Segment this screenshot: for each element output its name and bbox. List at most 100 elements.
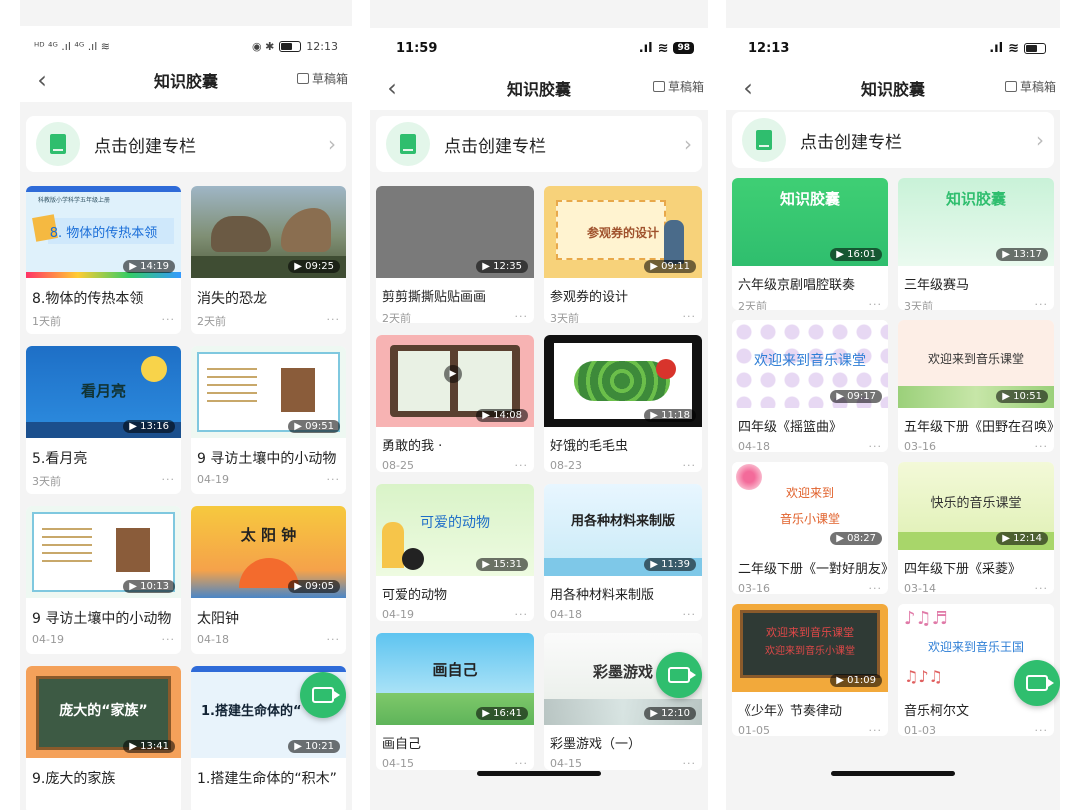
video-card[interactable]: 看月亮 ▶ 13:16 5.看月亮 3天前 ··· (26, 346, 181, 494)
battery-icon (1024, 42, 1046, 54)
thumbnail-text: 知识胶囊 (779, 190, 840, 208)
video-thumbnail: 看月亮 ▶ 13:16 (26, 346, 181, 438)
book-icon (386, 122, 430, 166)
duration-badge: ▶ 10:13 (123, 580, 175, 593)
duration-badge: ▶ 15:31 (476, 558, 528, 571)
wifi-icon: ≋ (657, 40, 669, 56)
video-card[interactable]: 太 阳 钟 ▶ 09:05 太阳钟 04-18 ··· (191, 506, 346, 654)
more-options-icon[interactable]: ··· (869, 582, 883, 594)
thumbnail-text: 太 阳 钟 (240, 526, 297, 544)
video-thumbnail: 科教版小学科学五年级上册 8. 物体的传热本领 ▶ 14:19 (26, 186, 181, 278)
more-options-icon[interactable]: ··· (683, 757, 697, 770)
video-card[interactable]: 欢迎来到音乐课堂 ▶ 10:51 五年级下册《田野在召唤》 03-16 ··· (898, 320, 1054, 452)
back-arrow-icon[interactable]: ‹ (734, 74, 762, 102)
video-thumbnail: ▶ 09:25 (191, 186, 346, 278)
record-video-button[interactable] (656, 652, 702, 698)
video-thumbnail: ▶ 10:13 (26, 506, 181, 598)
video-card[interactable]: 欢迎来到音乐课堂 欢迎来到音乐小课堂 ▶ 01:09 《少年》节奏律动 01-0… (732, 604, 888, 736)
video-card[interactable]: ▶ 10:13 9 寻访土壤中的小动物 04-19 ··· (26, 506, 181, 654)
video-card[interactable]: ▶ 11:18 好饿的毛毛虫 08-23 ··· (544, 335, 702, 472)
video-card[interactable]: 知识胶囊 ▶ 13:17 三年级赛马 3天前 ··· (898, 178, 1054, 310)
video-grid: 科教版小学科学五年级上册 8. 物体的传热本领 ▶ 14:19 8.物体的传热本… (26, 186, 346, 810)
video-card[interactable]: 可爱的动物 ▶ 15:31 可爱的动物 04-19 ··· (376, 484, 534, 621)
more-options-icon[interactable]: ··· (515, 459, 529, 472)
duration-badge: ▶ 11:18 (644, 409, 696, 422)
more-options-icon[interactable]: ··· (683, 310, 697, 323)
video-card[interactable]: 画自己 ▶ 16:41 画自己 04-15 ··· (376, 633, 534, 770)
video-card[interactable]: 用各种材料来制版 ▶ 11:39 用各种材料来制版 04-18 ··· (544, 484, 702, 621)
video-date: 01-05 (738, 724, 770, 736)
more-options-icon[interactable]: ··· (327, 473, 341, 486)
video-card[interactable]: ▶ 09:51 9 寻访土壤中的小动物 04-19 ··· (191, 346, 346, 494)
video-card[interactable]: ▶ 09:25 消失的恐龙 2天前 ··· (191, 186, 346, 334)
create-column-button[interactable]: 点击创建专栏 › (26, 116, 346, 172)
drafts-button[interactable]: 草稿箱 (296, 70, 348, 87)
more-options-icon[interactable]: ··· (515, 608, 529, 621)
duration-badge: ▶ 10:21 (288, 740, 340, 753)
duration-badge: ▶ 12:10 (644, 707, 696, 720)
chevron-right-icon: › (1036, 128, 1044, 152)
thumbnail-text: 画自己 (432, 661, 478, 679)
more-options-icon[interactable]: ··· (327, 633, 341, 646)
duration-badge: ▶ 11:39 (644, 558, 696, 571)
page-title: 知识胶囊 (860, 80, 925, 99)
signal-icon: .ıl (989, 40, 1004, 56)
more-options-icon[interactable]: ··· (162, 313, 176, 329)
status-bar: 12:13 .ıl ≋ (726, 28, 1060, 68)
video-card[interactable]: 快乐的音乐课堂 ▶ 12:14 四年级下册《采菱》 03-14 ··· (898, 462, 1054, 594)
create-column-button[interactable]: 点击创建专栏 › (732, 112, 1054, 168)
back-arrow-icon[interactable]: ‹ (28, 66, 56, 94)
more-options-icon[interactable]: ··· (1035, 582, 1049, 594)
video-card[interactable]: ▶ ▶ 14:08 勇敢的我 · 08-25 ··· (376, 335, 534, 472)
video-card[interactable]: 欢迎来到音乐课堂 ▶ 09:17 四年级《摇篮曲》 04-18 ··· (732, 320, 888, 452)
create-column-label: 点击创建专栏 (444, 136, 546, 157)
duration-badge: ▶ 16:41 (476, 707, 528, 720)
play-icon[interactable]: ▶ (444, 365, 462, 383)
video-date: 3天前 (904, 300, 933, 310)
more-options-icon[interactable]: ··· (683, 459, 697, 472)
record-video-button[interactable] (300, 672, 346, 718)
video-title: 四年级下册《采菱》 (904, 562, 1022, 577)
video-date: 08-25 (382, 459, 414, 472)
more-options-icon[interactable]: ··· (869, 440, 883, 452)
more-options-icon[interactable]: ··· (683, 608, 697, 621)
video-title: 三年级赛马 (904, 278, 970, 293)
thumbnail-text: 用各种材料来制版 (570, 514, 675, 529)
video-card[interactable]: 参观券的设计 ▶ 09:11 参观券的设计 3天前 ··· (544, 186, 702, 323)
more-options-icon[interactable]: ··· (869, 298, 883, 310)
battery-level: 98 (673, 42, 694, 54)
duration-badge: ▶ 14:08 (476, 409, 528, 422)
video-camera-icon (668, 667, 696, 683)
video-thumbnail: 欢迎来到音乐课堂 欢迎来到音乐小课堂 ▶ 01:09 (732, 604, 888, 692)
more-options-icon[interactable]: ··· (1035, 440, 1049, 452)
music-notes-icon: ♪♫♬ (904, 608, 948, 629)
video-thumbnail: 参观券的设计 ▶ 09:11 (544, 186, 702, 278)
video-card[interactable]: 知识胶囊 ▶ 16:01 六年级京剧唱腔联奏 2天前 ··· (732, 178, 888, 310)
more-options-icon[interactable]: ··· (162, 633, 176, 646)
more-options-icon[interactable]: ··· (1035, 724, 1049, 736)
drafts-label: 草稿箱 (667, 80, 704, 94)
video-card[interactable]: 庞大的“家族” ▶ 13:41 9.庞大的家族 (26, 666, 181, 810)
video-card[interactable]: 欢迎来到 音乐小课堂 ▶ 08:27 二年级下册《一對好朋友》 03-16 ··· (732, 462, 888, 594)
drafts-button[interactable]: 草稿箱 (1004, 78, 1056, 95)
back-arrow-icon[interactable]: ‹ (378, 74, 406, 102)
more-options-icon[interactable]: ··· (162, 473, 176, 489)
video-thumbnail: 快乐的音乐课堂 ▶ 12:14 (898, 462, 1054, 550)
video-date: 04-19 (32, 633, 64, 646)
video-title: 好饿的毛毛虫 (550, 439, 629, 454)
record-video-button[interactable] (1014, 660, 1060, 706)
duration-badge: ▶ 01:09 (830, 674, 882, 687)
video-card[interactable]: ▶ 12:35 剪剪撕撕贴贴画画 2天前 ··· (376, 186, 534, 323)
more-options-icon[interactable]: ··· (515, 310, 529, 323)
create-column-button[interactable]: 点击创建专栏 › (376, 116, 702, 172)
more-options-icon[interactable]: ··· (327, 313, 341, 329)
more-options-icon[interactable]: ··· (1035, 298, 1049, 310)
more-options-icon[interactable]: ··· (869, 724, 883, 736)
status-icons: ◉ ✱ (251, 39, 275, 53)
video-title: 彩墨游戏（一） (550, 737, 642, 752)
more-options-icon[interactable]: ··· (515, 757, 529, 770)
video-thumbnail: ▶ 12:35 (376, 186, 534, 278)
video-card[interactable]: 科教版小学科学五年级上册 8. 物体的传热本领 ▶ 14:19 8.物体的传热本… (26, 186, 181, 334)
drafts-button[interactable]: 草稿箱 (652, 78, 704, 95)
duration-badge: ▶ 16:01 (830, 248, 882, 261)
